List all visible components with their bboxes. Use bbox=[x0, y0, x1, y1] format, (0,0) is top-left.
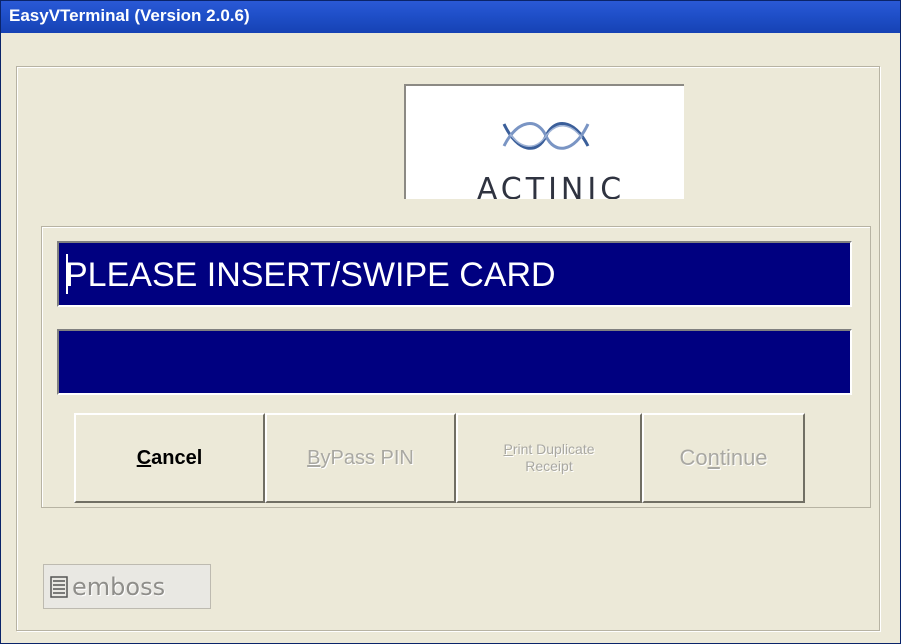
actinic-logo-text: ACTINIC bbox=[476, 172, 626, 199]
cancel-label-rest: ancel bbox=[151, 446, 203, 469]
emboss-logo-text: emboss bbox=[72, 572, 166, 601]
bypass-mnemonic: B bbox=[307, 446, 321, 469]
actinic-wave-icon bbox=[502, 122, 590, 150]
title-bar[interactable]: EasyVTerminal (Version 2.0.6) bbox=[1, 1, 900, 33]
app-window: EasyVTerminal (Version 2.0.6) ACTINIC PL… bbox=[0, 0, 901, 644]
continue-button-label: Continue bbox=[679, 445, 767, 471]
emboss-stack-icon bbox=[50, 575, 68, 598]
bypass-label-rest: yPass PIN bbox=[320, 446, 414, 469]
print-duplicate-receipt-button[interactable]: Print Duplicate Receipt bbox=[456, 413, 642, 503]
cancel-button-label: Cancel bbox=[137, 447, 203, 470]
emboss-logo: emboss bbox=[43, 564, 211, 609]
bypass-button-label: ByPass PIN bbox=[307, 447, 414, 470]
actinic-logo: ACTINIC bbox=[404, 84, 684, 199]
print-label-line2: Receipt bbox=[525, 458, 573, 474]
continue-button[interactable]: Continue bbox=[642, 413, 805, 503]
continue-label-rest: tinue bbox=[719, 445, 768, 470]
cancel-mnemonic: C bbox=[136, 446, 152, 469]
print-button-label: Print Duplicate Receipt bbox=[503, 441, 594, 475]
message-text-primary: PLEASE INSERT/SWIPE CARD bbox=[65, 256, 556, 294]
bypass-pin-button[interactable]: ByPass PIN bbox=[265, 413, 456, 503]
continue-label-pre: Co bbox=[679, 445, 708, 470]
print-mnemonic: P bbox=[503, 441, 513, 457]
print-label-rest: rint Duplicate bbox=[512, 441, 595, 457]
window-title: EasyVTerminal (Version 2.0.6) bbox=[9, 6, 250, 25]
continue-mnemonic: n bbox=[707, 445, 720, 470]
cancel-button[interactable]: Cancel bbox=[74, 413, 265, 503]
message-display-secondary bbox=[57, 329, 852, 395]
message-display-primary: PLEASE INSERT/SWIPE CARD bbox=[57, 241, 852, 307]
